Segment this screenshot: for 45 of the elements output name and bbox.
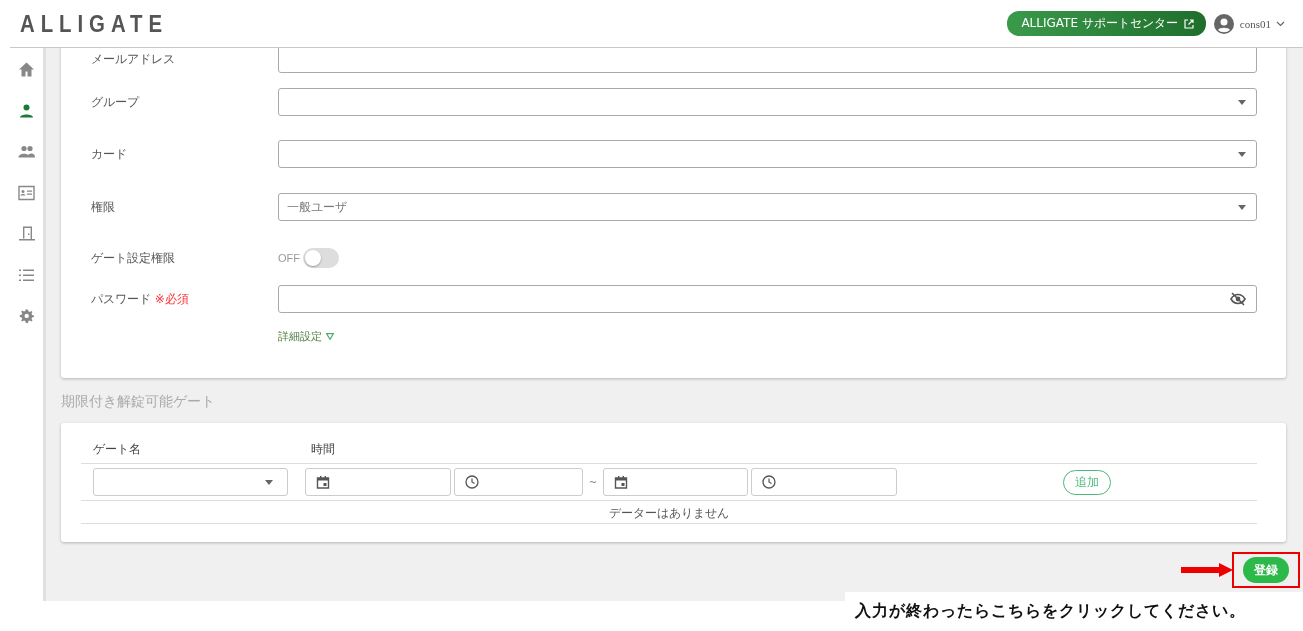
caret-icon (265, 479, 273, 485)
triangle-icon (326, 333, 334, 340)
date-field[interactable] (305, 468, 451, 496)
time-field[interactable] (751, 468, 897, 496)
dropdown-field[interactable] (93, 468, 288, 496)
field-label: ゲート設定権限 (91, 249, 176, 267)
door-icon[interactable] (18, 224, 35, 243)
caret-icon (1238, 99, 1246, 105)
empty-message: データーはありません (81, 501, 1257, 524)
time-field[interactable] (454, 468, 583, 496)
register-button[interactable]: 登録 (1243, 557, 1289, 583)
dropdown-field[interactable] (278, 88, 1257, 116)
eye-off-icon[interactable] (1230, 292, 1246, 306)
range-separator: ~ (587, 476, 599, 488)
section-title: 期限付き解錠可能ゲート (61, 393, 216, 411)
clock-icon (465, 475, 479, 489)
field-label: メールアドレス (91, 50, 176, 68)
password-field[interactable] (278, 285, 1257, 313)
logo: ALLIGATE (20, 9, 169, 38)
dropdown-field[interactable]: 一般ユーザ (278, 193, 1257, 221)
id-card-icon[interactable] (18, 183, 35, 202)
caret-icon[interactable] (1276, 20, 1285, 27)
field-label: 権限 (91, 198, 116, 216)
user-avatar-icon[interactable] (1213, 13, 1234, 34)
external-link-icon (1183, 18, 1194, 29)
details-link[interactable]: 詳細設定 (278, 329, 334, 344)
home-icon[interactable] (18, 60, 35, 79)
toggle-state: OFF (278, 252, 300, 264)
input-field[interactable] (278, 48, 1257, 73)
calendar-icon (614, 475, 628, 489)
add-button[interactable]: 追加 (1063, 469, 1111, 495)
field-label: パスワード ※必須 (91, 290, 190, 308)
column-header: 時間 (311, 441, 335, 458)
toggle-switch[interactable] (303, 248, 339, 268)
field-label: グループ (91, 93, 141, 111)
dropdown-field[interactable] (278, 140, 1257, 168)
calendar-icon (316, 475, 330, 489)
support-center-button[interactable]: ALLIGATE サポートセンター (1007, 11, 1206, 36)
clock-icon (762, 475, 776, 489)
caret-icon (1238, 151, 1246, 157)
caret-icon (1238, 204, 1246, 210)
date-field[interactable] (603, 468, 748, 496)
user-name[interactable]: cons01 (1239, 17, 1271, 30)
field-label: カード (91, 145, 128, 163)
column-header: ゲート名 (93, 441, 142, 458)
